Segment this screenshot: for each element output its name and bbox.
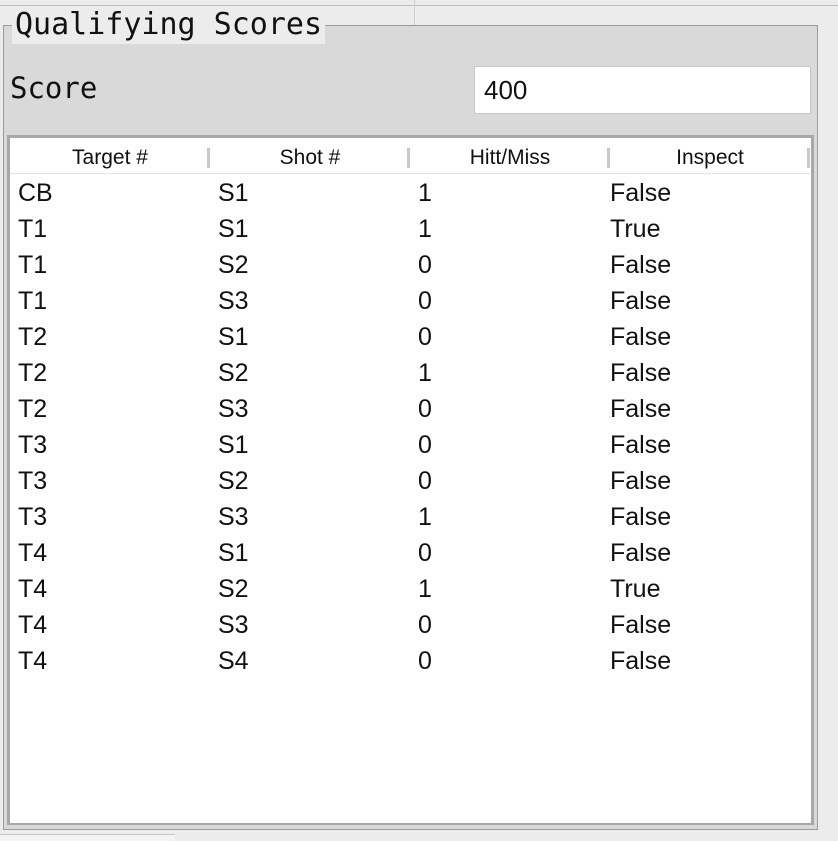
table-cell: 0 — [418, 323, 432, 351]
table-cell: T4 — [18, 539, 48, 567]
table-cell: False — [610, 431, 672, 459]
table-cell: CB — [18, 179, 53, 207]
table-row[interactable]: T3 S1 0 False — [10, 427, 810, 463]
table-cell: T2 — [18, 323, 48, 351]
table-cell: False — [610, 251, 672, 279]
table-cell: S1 — [218, 539, 249, 567]
table-cell: S3 — [218, 395, 249, 423]
table-cell: False — [610, 395, 672, 423]
table-cell: 1 — [418, 503, 432, 531]
table-cell: False — [610, 539, 672, 567]
table-cell: False — [610, 647, 672, 675]
table-cell: S2 — [218, 467, 249, 495]
table-cell: S3 — [218, 611, 249, 639]
table-cell: 1 — [418, 575, 432, 603]
table-cell: S1 — [218, 323, 249, 351]
table-cell: T4 — [18, 575, 48, 603]
table-row[interactable]: T2 S1 0 False — [10, 319, 810, 355]
table-cell: 1 — [418, 215, 432, 243]
table-row[interactable]: T4 S4 0 False — [10, 643, 810, 679]
table-row[interactable]: T4 S2 1 True — [10, 571, 810, 607]
table-cell: T3 — [18, 431, 48, 459]
table-cell: 1 — [418, 359, 432, 387]
table-cell: 0 — [418, 539, 432, 567]
table-row[interactable]: T4 S1 0 False — [10, 535, 810, 571]
column-header-label: Shot # — [279, 146, 341, 169]
score-label: Score — [10, 71, 98, 105]
table-cell: False — [610, 287, 672, 315]
table-cell: S3 — [218, 503, 249, 531]
table-row[interactable]: CB S1 1 False — [10, 175, 810, 211]
table-row[interactable]: T2 S2 1 False — [10, 355, 810, 391]
table-cell: False — [610, 467, 672, 495]
table-cell: T2 — [18, 359, 48, 387]
table-body: CB S1 1 False T1 S1 1 True T1 S2 0 False T1 S3 0 False T… — [10, 175, 810, 679]
table-cell: 0 — [418, 647, 432, 675]
table-cell: T4 — [18, 647, 48, 675]
column-header-label: Inspect — [676, 146, 744, 169]
column-header-label: Target # — [72, 146, 148, 169]
table-cell: 0 — [418, 287, 432, 315]
table-cell: T2 — [18, 395, 48, 423]
table-cell: 0 — [418, 431, 432, 459]
table-cell: 0 — [418, 467, 432, 495]
table-cell: True — [610, 575, 661, 603]
column-resize-handle[interactable] — [807, 148, 810, 168]
table-cell: S1 — [218, 215, 249, 243]
table-row[interactable]: T1 S1 1 True — [10, 211, 810, 247]
table-cell: S3 — [218, 287, 249, 315]
table-cell: T3 — [18, 467, 48, 495]
table-cell: S2 — [218, 251, 249, 279]
table-cell: S2 — [218, 359, 249, 387]
column-header-inspect[interactable]: Inspect — [610, 143, 810, 173]
table-row[interactable]: T1 S2 0 False — [10, 247, 810, 283]
column-header-hit-miss[interactable]: Hitt/Miss — [410, 143, 610, 173]
table-cell: T1 — [18, 251, 48, 279]
table-cell: 0 — [418, 395, 432, 423]
table-cell: S1 — [218, 179, 249, 207]
table-cell: False — [610, 503, 672, 531]
table-cell: S4 — [218, 647, 249, 675]
groupbox-title: Qualifying Scores — [12, 6, 326, 44]
table-row[interactable]: T1 S3 0 False — [10, 283, 810, 319]
table-cell: False — [610, 323, 672, 351]
table-cell: 0 — [418, 611, 432, 639]
table-cell: S1 — [218, 431, 249, 459]
table-cell: T3 — [18, 503, 48, 531]
column-header-shot[interactable]: Shot # — [210, 143, 410, 173]
table-cell: 1 — [418, 179, 432, 207]
table-row[interactable]: T3 S2 0 False — [10, 463, 810, 499]
scores-table[interactable]: Target # Shot # Hitt/Miss Inspect CB S1 1 F… — [7, 135, 814, 825]
column-header-label: Hitt/Miss — [469, 146, 551, 169]
score-input[interactable] — [474, 66, 811, 114]
table-header: Target # Shot # Hitt/Miss Inspect — [10, 143, 810, 174]
table-cell: T1 — [18, 287, 48, 315]
table-row[interactable]: T2 S3 0 False — [10, 391, 810, 427]
table-cell: False — [610, 179, 672, 207]
table-cell: T4 — [18, 611, 48, 639]
table-cell: False — [610, 359, 672, 387]
table-cell: T1 — [18, 215, 48, 243]
table-row[interactable]: T4 S3 0 False — [10, 607, 810, 643]
table-cell: 0 — [418, 251, 432, 279]
table-row[interactable]: T3 S3 1 False — [10, 499, 810, 535]
table-cell: False — [610, 611, 672, 639]
table-cell: S2 — [218, 575, 249, 603]
table-cell: True — [610, 215, 661, 243]
column-header-target[interactable]: Target # — [10, 143, 210, 173]
